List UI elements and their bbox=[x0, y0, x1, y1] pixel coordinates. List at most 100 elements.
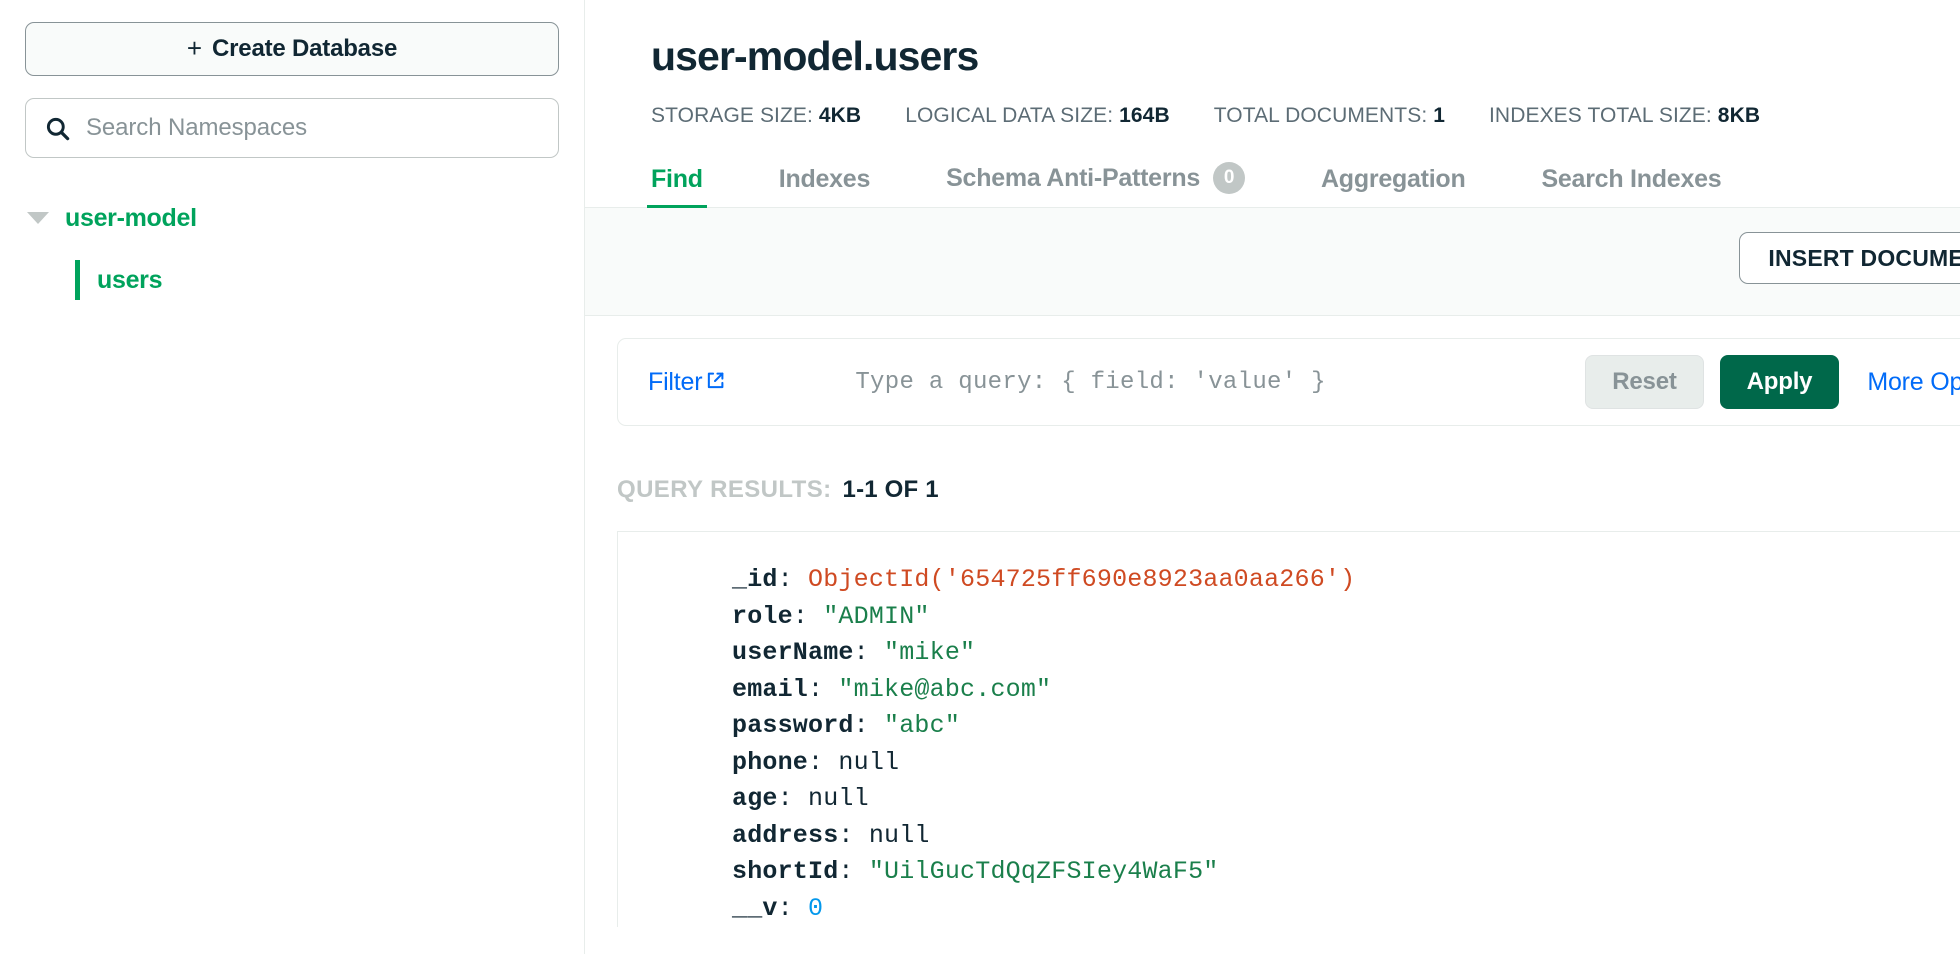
tab-aggregation[interactable]: Aggregation bbox=[1321, 165, 1466, 207]
field-colon: : bbox=[853, 711, 885, 740]
reset-button-label: Reset bbox=[1612, 368, 1677, 395]
field-value: ObjectId('654725ff690e8923aa0aa266') bbox=[808, 565, 1356, 594]
document-toolbar: INSERT DOCUMENT bbox=[585, 208, 1960, 316]
field-key: password bbox=[732, 711, 854, 740]
create-database-button[interactable]: + Create Database bbox=[25, 22, 559, 76]
apply-button[interactable]: Apply bbox=[1719, 355, 1840, 409]
tab-search-indexes-label: Search Indexes bbox=[1541, 165, 1722, 193]
stat-indexes-total-size-label: INDEXES TOTAL SIZE: bbox=[1489, 104, 1712, 127]
field-colon: : bbox=[808, 674, 839, 704]
tab-schema-anti-patterns-label: Schema Anti-Patterns bbox=[946, 163, 1200, 192]
query-bar-container: Filter Type a query: { field: 'value' } … bbox=[585, 316, 1960, 426]
collection-header: user-model.users STORAGE SIZE: 4KB LOGIC… bbox=[585, 0, 1960, 130]
field-key: __v bbox=[732, 893, 778, 923]
stat-storage-size-value: 4KB bbox=[818, 104, 862, 127]
field-colon: : bbox=[777, 893, 809, 923]
tab-find-label: Find bbox=[651, 165, 703, 193]
document-field-address[interactable]: address: null bbox=[732, 818, 1960, 855]
page-title: user-model.users bbox=[651, 33, 979, 79]
insert-document-label: INSERT DOCUMENT bbox=[1768, 244, 1960, 271]
field-key: email bbox=[732, 674, 809, 704]
mongodb-compass-window: + Create Database Search Namespaces user… bbox=[0, 0, 1960, 954]
tree-collection-users[interactable]: users bbox=[25, 256, 559, 304]
field-value: "mike" bbox=[884, 638, 976, 667]
search-namespaces-input[interactable]: Search Namespaces bbox=[25, 98, 559, 158]
field-value: "abc" bbox=[884, 711, 961, 740]
stat-total-documents-value: 1 bbox=[1433, 104, 1445, 127]
tab-search-indexes[interactable]: Search Indexes bbox=[1541, 165, 1721, 207]
field-key: userName bbox=[732, 638, 854, 667]
schema-anti-patterns-badge: 0 bbox=[1213, 162, 1245, 194]
document-field-age[interactable]: age: null bbox=[732, 781, 1960, 818]
query-bar: Filter Type a query: { field: 'value' } … bbox=[617, 338, 1960, 426]
field-key: _id bbox=[732, 565, 778, 594]
sidebar: + Create Database Search Namespaces user… bbox=[0, 0, 585, 954]
create-database-label: Create Database bbox=[212, 35, 398, 62]
collection-stats: STORAGE SIZE: 4KB LOGICAL DATA SIZE: 164… bbox=[651, 104, 1960, 130]
collection-tab-bar: Find Indexes Schema Anti-Patterns 0 Aggr… bbox=[585, 156, 1960, 208]
namespace-tree: user-model users bbox=[25, 196, 559, 304]
document-field-__v[interactable]: __v: 0 bbox=[732, 891, 1960, 928]
query-results-header: QUERY RESULTS: 1-1 OF 1 bbox=[585, 426, 1960, 504]
query-results-count: 1-1 OF 1 bbox=[842, 476, 939, 503]
field-colon: : bbox=[777, 565, 809, 594]
filter-label-text: Filter bbox=[648, 367, 703, 396]
tab-schema-anti-patterns[interactable]: Schema Anti-Patterns 0 bbox=[946, 162, 1245, 207]
stat-total-documents-label: TOTAL DOCUMENTS: bbox=[1213, 104, 1428, 127]
field-value: "UilGucTdQqZFSIey4WaF5" bbox=[868, 857, 1219, 886]
stat-indexes-total-size-value: 8KB bbox=[1717, 104, 1761, 127]
tab-find[interactable]: Find bbox=[647, 165, 707, 208]
tree-database-user-model[interactable]: user-model bbox=[25, 196, 559, 240]
document-field-_id[interactable]: _id: ObjectId('654725ff690e8923aa0aa266'… bbox=[732, 562, 1960, 599]
collection-workspace: user-model.users STORAGE SIZE: 4KB LOGIC… bbox=[585, 0, 1960, 954]
document-field-password[interactable]: password: "abc" bbox=[732, 708, 1960, 745]
plus-icon: + bbox=[186, 33, 203, 63]
filter-label-link[interactable]: Filter bbox=[648, 368, 725, 397]
field-colon: : bbox=[777, 784, 809, 813]
field-colon: : bbox=[853, 638, 885, 667]
reset-button[interactable]: Reset bbox=[1585, 355, 1704, 409]
field-key: address bbox=[732, 820, 839, 850]
field-key: phone bbox=[732, 747, 809, 777]
document-field-email[interactable]: email: "mike@abc.com" bbox=[732, 672, 1960, 709]
stat-logical-data-size: LOGICAL DATA SIZE: 164B bbox=[905, 104, 1170, 128]
document-card[interactable]: _id: ObjectId('654725ff690e8923aa0aa266'… bbox=[617, 531, 1960, 927]
document-field-userName[interactable]: userName: "mike" bbox=[732, 635, 1960, 672]
tree-collection-label: users bbox=[97, 265, 163, 294]
stat-logical-data-size-label: LOGICAL DATA SIZE: bbox=[905, 104, 1114, 127]
stat-storage-size-label: STORAGE SIZE: bbox=[651, 104, 813, 127]
field-colon: : bbox=[838, 820, 869, 850]
field-value: "mike@abc.com" bbox=[838, 674, 1052, 704]
tree-database-label: user-model bbox=[65, 203, 197, 232]
field-value: "ADMIN" bbox=[823, 601, 930, 631]
field-colon: : bbox=[838, 857, 869, 886]
tab-indexes-label: Indexes bbox=[778, 165, 871, 193]
field-value: 0 bbox=[808, 893, 824, 923]
more-options-link[interactable]: More Options bbox=[1867, 368, 1960, 397]
search-placeholder-text: Search Namespaces bbox=[86, 114, 308, 141]
apply-button-label: Apply bbox=[1746, 368, 1813, 395]
chevron-down-icon[interactable] bbox=[27, 212, 49, 224]
tab-indexes[interactable]: Indexes bbox=[778, 165, 871, 207]
document-field-shortId[interactable]: shortId: "UilGucTdQqZFSIey4WaF5" bbox=[732, 854, 1960, 891]
field-key: role bbox=[732, 601, 793, 631]
query-results-label: QUERY RESULTS: bbox=[617, 476, 832, 503]
query-filter-input[interactable]: Type a query: { field: 'value' } bbox=[855, 369, 1585, 396]
stat-indexes-total-size: INDEXES TOTAL SIZE: 8KB bbox=[1489, 104, 1760, 128]
insert-document-button[interactable]: INSERT DOCUMENT bbox=[1739, 232, 1960, 284]
field-value: null bbox=[868, 820, 930, 850]
tab-aggregation-label: Aggregation bbox=[1321, 165, 1466, 193]
document-field-phone[interactable]: phone: null bbox=[732, 745, 1960, 782]
stat-logical-data-size-value: 164B bbox=[1119, 104, 1170, 127]
field-key: shortId bbox=[732, 857, 839, 886]
field-value: null bbox=[838, 747, 900, 777]
external-link-icon bbox=[706, 368, 725, 390]
field-key: age bbox=[732, 784, 778, 813]
field-value: null bbox=[808, 784, 869, 813]
field-colon: : bbox=[808, 747, 839, 777]
stat-storage-size: STORAGE SIZE: 4KB bbox=[651, 104, 861, 128]
field-colon: : bbox=[792, 601, 824, 631]
document-field-role[interactable]: role: "ADMIN" bbox=[732, 599, 1960, 636]
stat-total-documents: TOTAL DOCUMENTS: 1 bbox=[1214, 104, 1445, 128]
search-icon bbox=[44, 115, 71, 142]
